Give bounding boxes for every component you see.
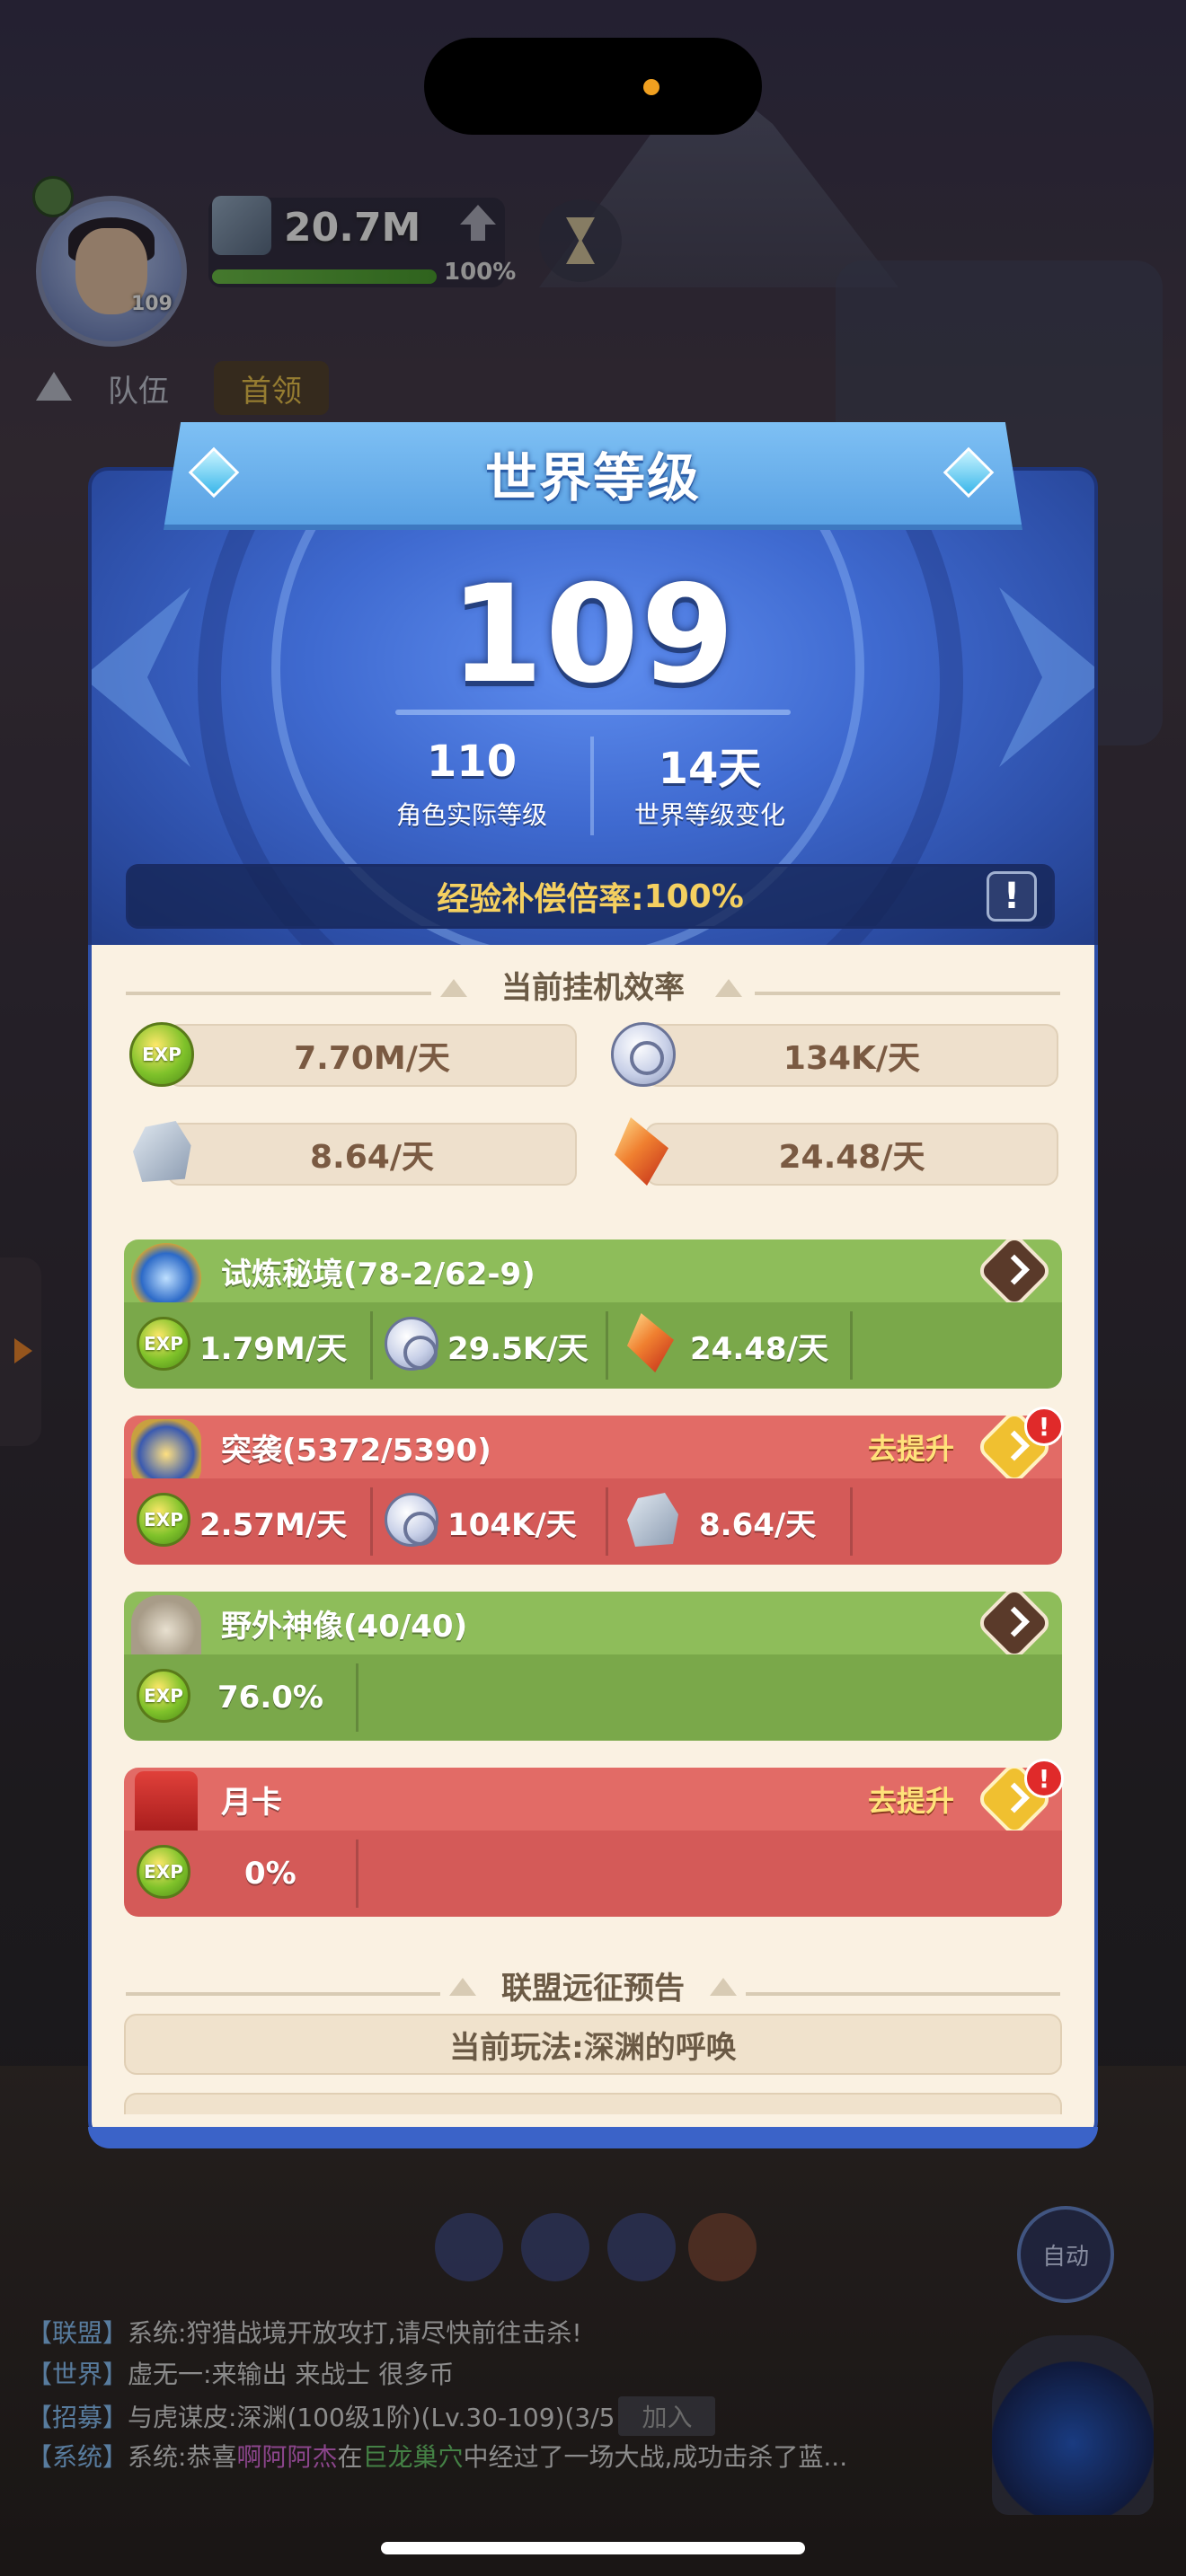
coin-icon bbox=[611, 1022, 676, 1087]
current-mode: 当前玩法:深渊的呼唤 bbox=[124, 2014, 1062, 2075]
divider bbox=[850, 1311, 853, 1380]
crystal-icon bbox=[627, 1313, 674, 1372]
divider bbox=[606, 1311, 608, 1380]
home-indicator[interactable] bbox=[381, 2542, 805, 2554]
dynamic-island bbox=[424, 38, 762, 135]
divider bbox=[356, 1839, 358, 1908]
divider bbox=[606, 1487, 608, 1556]
efficiency-exp: 7.70M/天 bbox=[167, 1024, 577, 1087]
exp-rate-value: 100% bbox=[643, 878, 744, 915]
alert-badge-icon: ! bbox=[1024, 1407, 1064, 1446]
exp-icon: EXP bbox=[137, 1669, 190, 1723]
alert-badge-icon: ! bbox=[1024, 1759, 1064, 1798]
card-value: 29.5K/天 bbox=[447, 1330, 589, 1367]
decor-wing-left bbox=[92, 587, 190, 767]
card-title: 月卡 bbox=[221, 1784, 282, 1821]
card-value: 2.57M/天 bbox=[199, 1506, 348, 1543]
alliance-title: 联盟远征预告 bbox=[501, 1971, 685, 2007]
info-button[interactable]: ! bbox=[987, 871, 1037, 922]
next-notice-pill bbox=[124, 2093, 1062, 2114]
card-value: 76.0% bbox=[217, 1680, 323, 1716]
decor-wing-right bbox=[999, 587, 1094, 767]
improve-link[interactable]: 去提升 bbox=[868, 1416, 954, 1478]
source-card-statue[interactable]: 野外神像(40/40) EXP 76.0% bbox=[124, 1592, 1062, 1741]
source-card-trial[interactable]: 试炼秘境(78-2/62-9) EXP 1.79M/天 29.5K/天 24.4… bbox=[124, 1239, 1062, 1389]
divider bbox=[370, 1311, 373, 1380]
card-value: 24.48/天 bbox=[690, 1330, 828, 1367]
divider bbox=[370, 1487, 373, 1556]
level-change-label: 世界等级变化 bbox=[633, 800, 785, 830]
source-card-monthly[interactable]: 月卡 去提升 EXP 0% bbox=[124, 1768, 1062, 1917]
exp-rate-label: 经验补偿倍率: bbox=[437, 881, 644, 918]
efficiency-title: 当前挂机效率 bbox=[501, 970, 685, 1006]
source-card-raid[interactable]: 突袭(5372/5390) 去提升 EXP 2.57M/天 104K/天 8.6… bbox=[124, 1416, 1062, 1565]
level-change-value: 14天 bbox=[658, 744, 762, 794]
modal-bottom-edge bbox=[88, 2127, 1098, 2148]
stone-icon bbox=[627, 1493, 678, 1547]
divider bbox=[356, 1663, 358, 1732]
coin-icon bbox=[385, 1493, 438, 1547]
recording-indicator bbox=[643, 79, 659, 95]
actual-level-label: 角色实际等级 bbox=[395, 800, 547, 830]
card-title: 突袭(5372/5390) bbox=[221, 1432, 491, 1469]
exp-icon: EXP bbox=[137, 1317, 190, 1371]
exp-icon: EXP bbox=[137, 1845, 190, 1899]
world-level-value: 109 bbox=[449, 557, 737, 713]
efficiency-crystal: 24.48/天 bbox=[645, 1123, 1058, 1186]
improve-link[interactable]: 去提升 bbox=[868, 1768, 954, 1831]
modal-title: 世界等级 bbox=[484, 447, 701, 508]
divider bbox=[590, 737, 594, 835]
divider bbox=[395, 710, 791, 715]
go-arrow-button[interactable] bbox=[975, 1239, 1054, 1310]
actual-level-value: 110 bbox=[426, 737, 518, 787]
efficiency-coin: 134K/天 bbox=[645, 1024, 1058, 1087]
divider bbox=[850, 1487, 853, 1556]
card-value: 0% bbox=[244, 1856, 296, 1892]
card-value: 104K/天 bbox=[447, 1506, 577, 1543]
go-arrow-button[interactable] bbox=[975, 1592, 1054, 1663]
card-title: 试炼秘境(78-2/62-9) bbox=[221, 1256, 535, 1292]
coin-icon bbox=[385, 1317, 438, 1371]
card-value: 8.64/天 bbox=[699, 1506, 817, 1543]
exp-icon: EXP bbox=[129, 1022, 194, 1087]
exp-icon: EXP bbox=[137, 1493, 190, 1547]
card-value: 1.79M/天 bbox=[199, 1330, 348, 1367]
efficiency-stone: 8.64/天 bbox=[167, 1123, 577, 1186]
exp-rate: 经验补偿倍率: 100% bbox=[126, 864, 1055, 929]
card-title: 野外神像(40/40) bbox=[221, 1608, 468, 1645]
